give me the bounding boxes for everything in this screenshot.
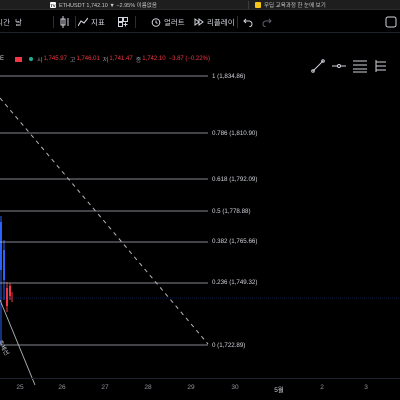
candle-body	[0, 222, 2, 270]
fib-level-0786-label: 0.786 (1,810.90)	[212, 130, 258, 137]
x-tick: 3	[364, 384, 368, 391]
candle-body	[9, 286, 11, 296]
fib-level-0382-label: 0.382 (1,765.66)	[212, 238, 258, 245]
x-tick: 27	[101, 384, 109, 391]
x-tick: 26	[58, 384, 66, 391]
candle-body	[3, 250, 5, 280]
price-chart-pane[interactable]	[0, 0, 400, 400]
fib-retracement-lines[interactable]	[0, 75, 208, 346]
fib-trend-dashed-line[interactable]	[0, 97, 209, 345]
fib-level-0236-label: 0.236 (1,749.32)	[212, 279, 258, 286]
x-tick: 25	[16, 384, 24, 391]
fib-level-0618-label: 0.618 (1,792.09)	[212, 176, 258, 183]
fib-level-0-label: 0 (1,722.89)	[212, 342, 246, 349]
x-tick: 29	[187, 384, 195, 391]
tradingview-chart-window: TV ETHUSDT 1,742.10 ▼ −2.95% 이름없음 무딥 교육과…	[0, 0, 400, 400]
x-tick: 2	[320, 384, 324, 391]
candle-body	[6, 288, 8, 306]
x-tick: 30	[231, 384, 239, 391]
time-axis[interactable]: 25 26 27 28 29 30 5월 2 3	[0, 378, 400, 400]
fib-level-05-label: 0.5 (1,778.88)	[212, 208, 251, 215]
fib-level-1-label: 1 (1,834.86)	[212, 73, 246, 80]
x-tick-month: 5월	[274, 387, 284, 394]
x-tick: 28	[144, 384, 152, 391]
